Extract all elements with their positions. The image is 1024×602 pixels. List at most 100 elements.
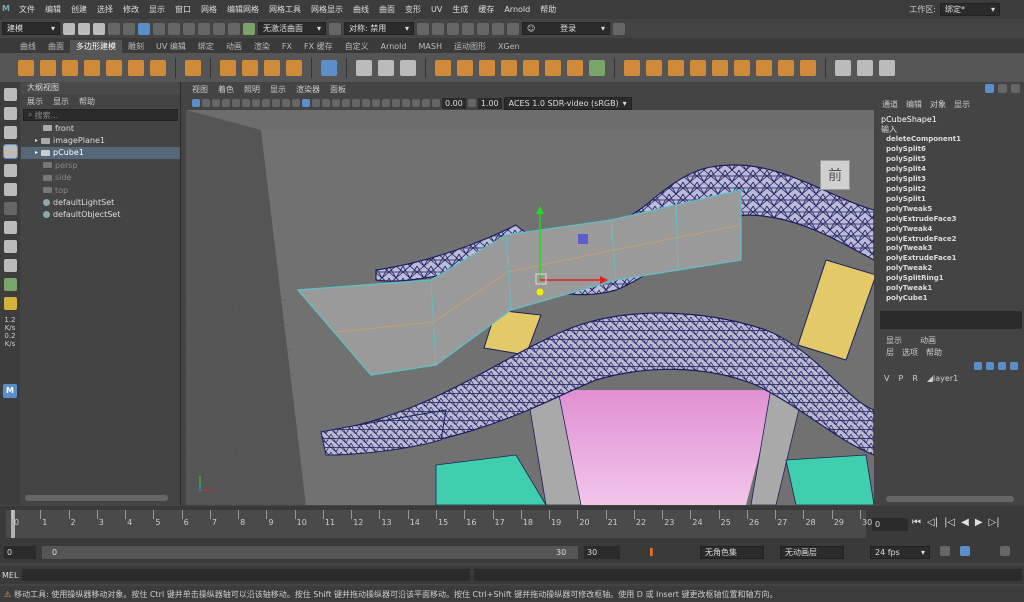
outliner-menu-help[interactable]: 帮助 bbox=[79, 96, 95, 107]
poly-cube-icon[interactable] bbox=[40, 59, 56, 76]
exposure-field[interactable]: 0.00 bbox=[442, 97, 466, 109]
poly-cone-icon[interactable] bbox=[84, 59, 100, 76]
render-frame-icon[interactable] bbox=[417, 22, 429, 35]
layer-editor-scrollbar[interactable] bbox=[886, 496, 1014, 502]
undo-icon[interactable] bbox=[108, 22, 120, 35]
viewport-menu-show[interactable]: 显示 bbox=[270, 84, 286, 95]
history-item[interactable]: polySplit3 bbox=[878, 175, 1024, 185]
loop-icon[interactable] bbox=[940, 546, 950, 556]
history-item[interactable]: polyExtrudeFace2 bbox=[878, 235, 1024, 245]
viewcube[interactable]: 前 bbox=[820, 160, 850, 190]
viewport-menu-panels[interactable]: 面板 bbox=[330, 84, 346, 95]
shelf-tab-fx-caching[interactable]: FX 缓存 bbox=[298, 40, 339, 53]
transfer-attrs-icon[interactable] bbox=[857, 59, 873, 76]
mash-icon[interactable]: M bbox=[3, 384, 17, 398]
text-icon[interactable] bbox=[264, 59, 280, 76]
workspace-dropdown[interactable]: 绑定* ▾ bbox=[940, 3, 1000, 16]
gate-mask-icon[interactable] bbox=[262, 99, 270, 107]
history-item[interactable]: polySplit1 bbox=[878, 195, 1024, 205]
outliner-item-persp[interactable]: persp bbox=[21, 159, 180, 171]
bridge-icon[interactable] bbox=[545, 59, 561, 76]
viewport-menu-lighting[interactable]: 照明 bbox=[244, 84, 260, 95]
render-settings-icon[interactable] bbox=[447, 22, 459, 35]
wedge-icon[interactable] bbox=[756, 59, 772, 76]
lasso-tool-icon[interactable] bbox=[3, 107, 17, 120]
go-to-start-icon[interactable]: ⏮ bbox=[912, 517, 921, 528]
history-item[interactable]: polySplit4 bbox=[878, 165, 1024, 175]
layer-menu-options[interactable]: 选项 bbox=[902, 347, 918, 358]
smooth-icon[interactable] bbox=[435, 59, 451, 76]
paint-select-icon[interactable] bbox=[835, 59, 851, 76]
menu-select[interactable]: 选择 bbox=[92, 4, 118, 15]
end-time-field[interactable]: 30 bbox=[584, 546, 620, 559]
viewport-scene[interactable]: 前 bbox=[186, 110, 874, 505]
resolution-gate-icon[interactable] bbox=[252, 99, 260, 107]
save-scene-icon[interactable] bbox=[93, 22, 105, 35]
select-tool-icon[interactable] bbox=[3, 88, 17, 101]
field-chart-icon[interactable] bbox=[272, 99, 280, 107]
shelf-tab-motion-graphics[interactable]: 运动图形 bbox=[448, 40, 492, 53]
retopo-icon[interactable] bbox=[501, 59, 517, 76]
shelf-tab-curves[interactable]: 曲线 bbox=[14, 40, 42, 53]
start-time-field[interactable]: 0 bbox=[4, 546, 36, 559]
history-item[interactable]: deleteComponent1 bbox=[878, 135, 1024, 145]
type-icon[interactable] bbox=[321, 59, 337, 76]
menu-help[interactable]: 帮助 bbox=[535, 4, 561, 15]
colorspace-dropdown[interactable]: ACES 1.0 SDR-video (sRGB) ▾ bbox=[503, 96, 632, 110]
history-item[interactable]: polyTweak4 bbox=[878, 225, 1024, 235]
default-material-icon[interactable] bbox=[322, 99, 330, 107]
history-item[interactable]: polySplit6 bbox=[878, 145, 1024, 155]
last-tool-icon[interactable] bbox=[3, 202, 17, 215]
svg-icon[interactable] bbox=[286, 59, 302, 76]
shelf-tab-arnold[interactable]: Arnold bbox=[375, 40, 413, 53]
snap-grid-icon[interactable] bbox=[183, 22, 195, 35]
outliner-scrollbar[interactable] bbox=[25, 495, 168, 501]
shelf-tab-rigging[interactable]: 绑定 bbox=[192, 40, 220, 53]
platonic-solid-icon[interactable] bbox=[185, 59, 201, 76]
collapse-icon[interactable] bbox=[778, 59, 794, 76]
xray-joints-icon[interactable] bbox=[412, 99, 420, 107]
shelf-tab-sculpting[interactable]: 雕刻 bbox=[122, 40, 150, 53]
super-shape-icon[interactable] bbox=[220, 59, 236, 76]
channel-box-menu-object[interactable]: 对象 bbox=[930, 99, 946, 110]
outliner-item-front[interactable]: front bbox=[21, 122, 180, 134]
outliner-search-input[interactable]: ⌕ 搜索... bbox=[23, 109, 178, 121]
bookmark-icon[interactable] bbox=[212, 99, 220, 107]
anti-aliasing-icon[interactable] bbox=[382, 99, 390, 107]
shelf-tab-poly-modeling[interactable]: 多边形建模 bbox=[70, 40, 122, 53]
poly-sphere-icon[interactable] bbox=[18, 59, 34, 76]
outliner-item-defaultobjectset[interactable]: defaultObjectSet bbox=[21, 209, 180, 221]
arnold-pause-icon[interactable] bbox=[507, 22, 519, 35]
move-tool-icon[interactable] bbox=[2, 144, 18, 159]
menu-mesh[interactable]: 网格 bbox=[196, 4, 222, 15]
layer-row-layer1[interactable]: V P R ◢layer1 bbox=[878, 372, 1024, 384]
history-item[interactable]: polyTweak5 bbox=[878, 205, 1024, 215]
smooth-shade-icon[interactable] bbox=[312, 99, 320, 107]
expand-arrow-icon[interactable]: ▸ bbox=[35, 149, 38, 156]
layer-reference-toggle[interactable]: R bbox=[912, 374, 918, 383]
current-time-indicator[interactable] bbox=[11, 510, 15, 538]
expand-arrow-icon[interactable]: ▸ bbox=[35, 137, 38, 144]
menu-set-dropdown[interactable]: 建模 ▾ bbox=[2, 22, 60, 35]
outliner-menu-show[interactable]: 展示 bbox=[27, 96, 43, 107]
mel-label[interactable]: MEL bbox=[2, 571, 20, 580]
paint-select-tool-icon[interactable] bbox=[3, 126, 17, 139]
safe-title-icon[interactable] bbox=[292, 99, 300, 107]
select-object-icon[interactable] bbox=[153, 22, 165, 35]
menu-mesh-display[interactable]: 网格显示 bbox=[306, 4, 348, 15]
menu-edit[interactable]: 编辑 bbox=[40, 4, 66, 15]
history-item[interactable]: polySplit2 bbox=[878, 185, 1024, 195]
anim-prefs-icon[interactable] bbox=[1000, 546, 1010, 556]
shelf-tab-uv-editing[interactable]: UV 编辑 bbox=[150, 40, 192, 53]
help-search-icon[interactable] bbox=[613, 22, 625, 35]
outliner-menu-display[interactable]: 显示 bbox=[53, 96, 69, 107]
shelf-tab-custom[interactable]: 自定义 bbox=[339, 40, 375, 53]
mel-input[interactable] bbox=[22, 569, 470, 581]
layer-tab-anim[interactable]: 动画 bbox=[920, 335, 936, 346]
pivot-point[interactable] bbox=[536, 288, 544, 296]
play-forwards-icon[interactable]: ▶ bbox=[975, 517, 983, 528]
use-lights-icon[interactable] bbox=[342, 99, 350, 107]
snap-curve-icon[interactable] bbox=[198, 22, 210, 35]
layer-visibility-toggle[interactable]: V bbox=[884, 374, 889, 383]
four-view-layout-icon[interactable] bbox=[3, 240, 17, 253]
